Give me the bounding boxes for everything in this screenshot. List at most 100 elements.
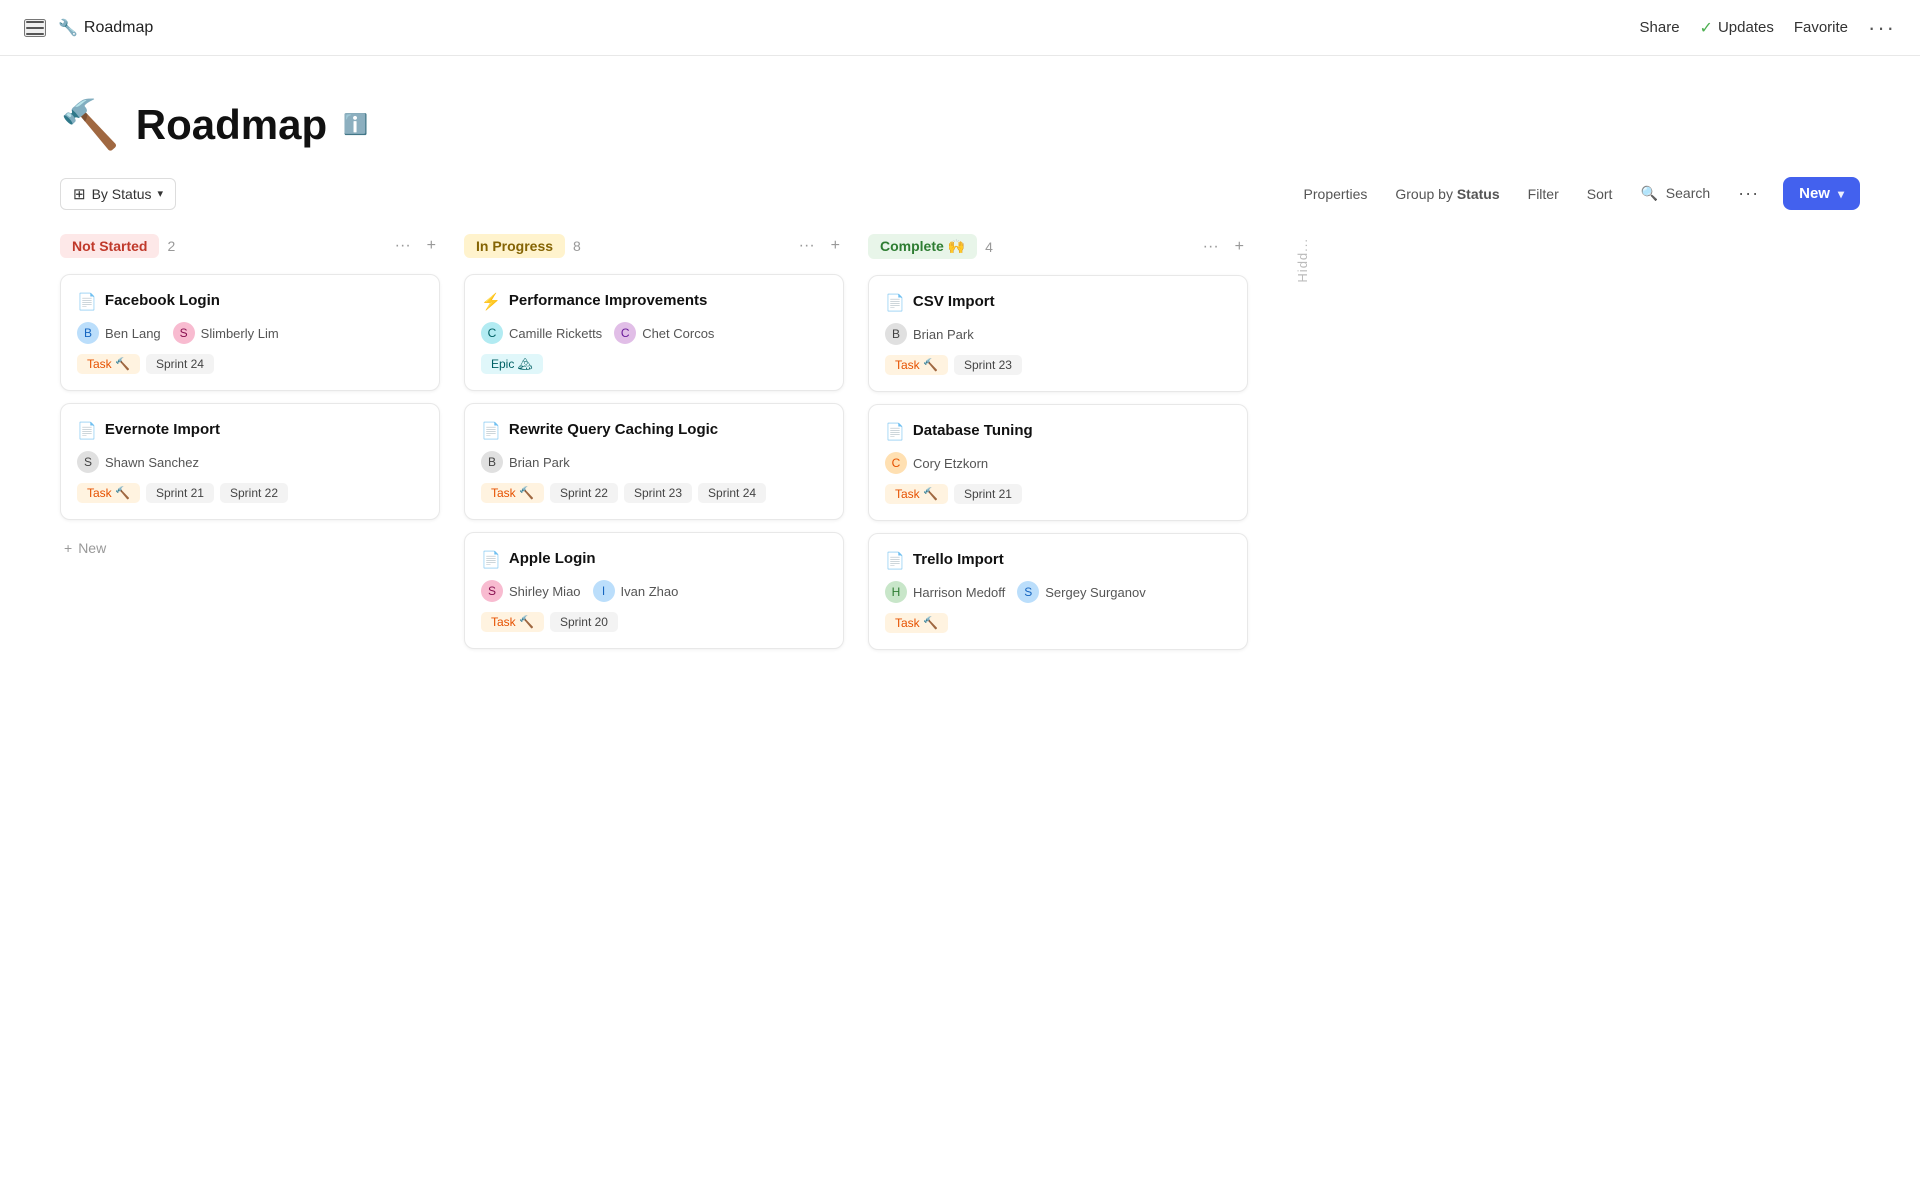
tag-epic: Epic 🏔 [481,354,543,374]
tag-sprint: Sprint 23 [624,483,692,503]
assignee-name: Brian Park [913,327,974,342]
card-assignees: BBrian Park [481,451,827,473]
card-tags: Task 🔨 Sprint 21 [885,484,1231,504]
more-options-button[interactable]: ··· [1868,15,1896,41]
column-complete: Complete 🙌4···+📄CSV ImportBBrian ParkTas… [868,234,1248,662]
document-icon: 📄 [481,550,501,570]
tag-task: Task 🔨 [77,483,140,503]
column-more-button-in-progress[interactable]: ··· [795,235,819,257]
table-row[interactable]: ⚡Performance ImprovementsCCamille Ricket… [464,274,844,391]
column-header-in-progress: In Progress 8 ··· + [464,234,844,258]
card-tags: Task 🔨Sprint 22Sprint 23Sprint 24 [481,483,827,503]
toolbar-more-button[interactable]: ··· [1726,177,1771,210]
new-label: New [1799,185,1830,202]
assignee-name: Cory Etzkorn [913,456,988,471]
status-badge-not-started: Not Started [60,234,159,258]
sort-button[interactable]: Sort [1575,180,1625,208]
chevron-down-icon: ▾ [158,187,164,200]
table-icon: ⊞ [73,185,86,203]
column-count-complete: 4 [985,239,993,255]
avatar: I [593,580,615,602]
avatar: H [885,581,907,603]
column-add-button-not-started[interactable]: + [423,235,440,257]
card-tags: Task 🔨 Sprint 24 [77,354,423,374]
card-title-row: 📄CSV Import [885,292,1231,313]
assignee-name: Ivan Zhao [621,584,679,599]
page-header: 🔨 Roadmap ℹ️ [0,56,1920,177]
sort-label: Sort [1587,186,1613,202]
updates-label: Updates [1718,19,1774,36]
by-status-button[interactable]: ⊞ By Status ▾ [60,178,176,210]
card-tags: Task 🔨Sprint 21Sprint 22 [77,483,423,503]
info-icon[interactable]: ℹ️ [343,112,368,137]
card-title-row: 📄Rewrite Query Caching Logic [481,420,827,441]
hidden-column-label: Hidd... [1295,238,1310,283]
card-title: Evernote Import [105,420,220,440]
group-by-button[interactable]: Group by Status [1383,180,1511,208]
card-assignees: CCamille RickettsCChet Corcos [481,322,827,344]
tag-task: Task 🔨 [885,484,948,504]
by-status-label: By Status [92,186,152,202]
filter-button[interactable]: Filter [1516,180,1571,208]
updates-button[interactable]: ✓ Updates [1700,18,1774,38]
card-tags: Task 🔨Sprint 20 [481,612,827,632]
assignee-name: Shirley Miao [509,584,581,599]
assignee-name: Shawn Sanchez [105,455,199,470]
assignee-name: Ben Lang [105,326,161,341]
column-add-button-complete[interactable]: + [1231,236,1248,258]
avatar: B [77,322,99,344]
app-name-label: Roadmap [84,19,153,37]
avatar: S [481,580,503,602]
assignee-name: Chet Corcos [642,326,714,341]
toolbar-right: Properties Group by Status Filter Sort 🔍… [1292,177,1860,210]
card-assignees: S Shirley Miao I Ivan Zhao [481,580,827,602]
tag-sprint: Sprint 22 [550,483,618,503]
table-row[interactable]: 📄Facebook LoginBBen LangSSlimberly LimTa… [60,274,440,391]
tag-sprint: Sprint 24 [146,354,214,374]
avatar: B [885,323,907,345]
column-in-progress: In Progress 8 ··· + ⚡ Performance Improvement… [464,234,844,661]
table-row[interactable]: 📄Rewrite Query Caching LogicBBrian ParkT… [464,403,844,520]
assignee-name: Slimberly Lim [201,326,279,341]
tag-sprint: Sprint 21 [954,484,1022,504]
nav-right: Share ✓ Updates Favorite ··· [1640,15,1896,41]
column-add-button-in-progress[interactable]: + [827,235,844,257]
table-row[interactable]: 📄Evernote ImportSShawn SanchezTask 🔨Spri… [60,403,440,520]
card-title: Performance Improvements [509,291,707,311]
document-icon: 📄 [77,292,97,312]
document-icon: ⚡ [481,292,501,312]
document-icon: 📄 [885,422,905,442]
toolbar-left: ⊞ By Status ▾ [60,178,176,210]
add-new-row[interactable]: +New [60,532,440,564]
group-by-bold-label: Status [1457,186,1500,202]
more-dots-icon: ··· [1868,15,1896,41]
table-row[interactable]: 📄Trello ImportHHarrison MedoffSSergey Su… [868,533,1248,650]
table-row[interactable]: 📄CSV ImportBBrian ParkTask 🔨Sprint 23 [868,275,1248,392]
card-title-row: 📄Trello Import [885,550,1231,571]
card-title-row: 📄Evernote Import [77,420,423,441]
column-more-button-not-started[interactable]: ··· [391,235,415,257]
properties-button[interactable]: Properties [1292,180,1380,208]
table-row[interactable]: 📄 Apple Login S Shirley Miao I Ivan Zhao Task … [464,532,844,649]
column-more-button-complete[interactable]: ··· [1199,236,1223,258]
avatar: C [614,322,636,344]
table-row[interactable]: 📄Database TuningCCory EtzkornTask 🔨Sprin… [868,404,1248,521]
document-icon: 📄 [481,421,501,441]
hamburger-menu[interactable] [24,19,46,37]
search-button[interactable]: 🔍 Search [1628,179,1722,208]
column-count-in-progress: 8 [573,238,581,254]
add-new-label: New [78,540,106,556]
favorite-button[interactable]: Favorite [1794,19,1848,36]
card-assignees: CCory Etzkorn [885,452,1231,474]
tag-task: Task 🔨 [77,354,140,374]
new-button[interactable]: New ▾ [1783,177,1860,210]
tag-task: Task 🔨 [885,613,948,633]
document-icon: 📄 [885,293,905,313]
tag-sprint: Sprint 21 [146,483,214,503]
status-badge-in-progress: In Progress [464,234,565,258]
share-button[interactable]: Share [1640,19,1680,36]
search-icon: 🔍 [1640,185,1657,201]
card-title-row: 📄 Apple Login [481,549,827,570]
card-title: Apple Login [509,549,596,569]
tag-sprint: Sprint 24 [698,483,766,503]
